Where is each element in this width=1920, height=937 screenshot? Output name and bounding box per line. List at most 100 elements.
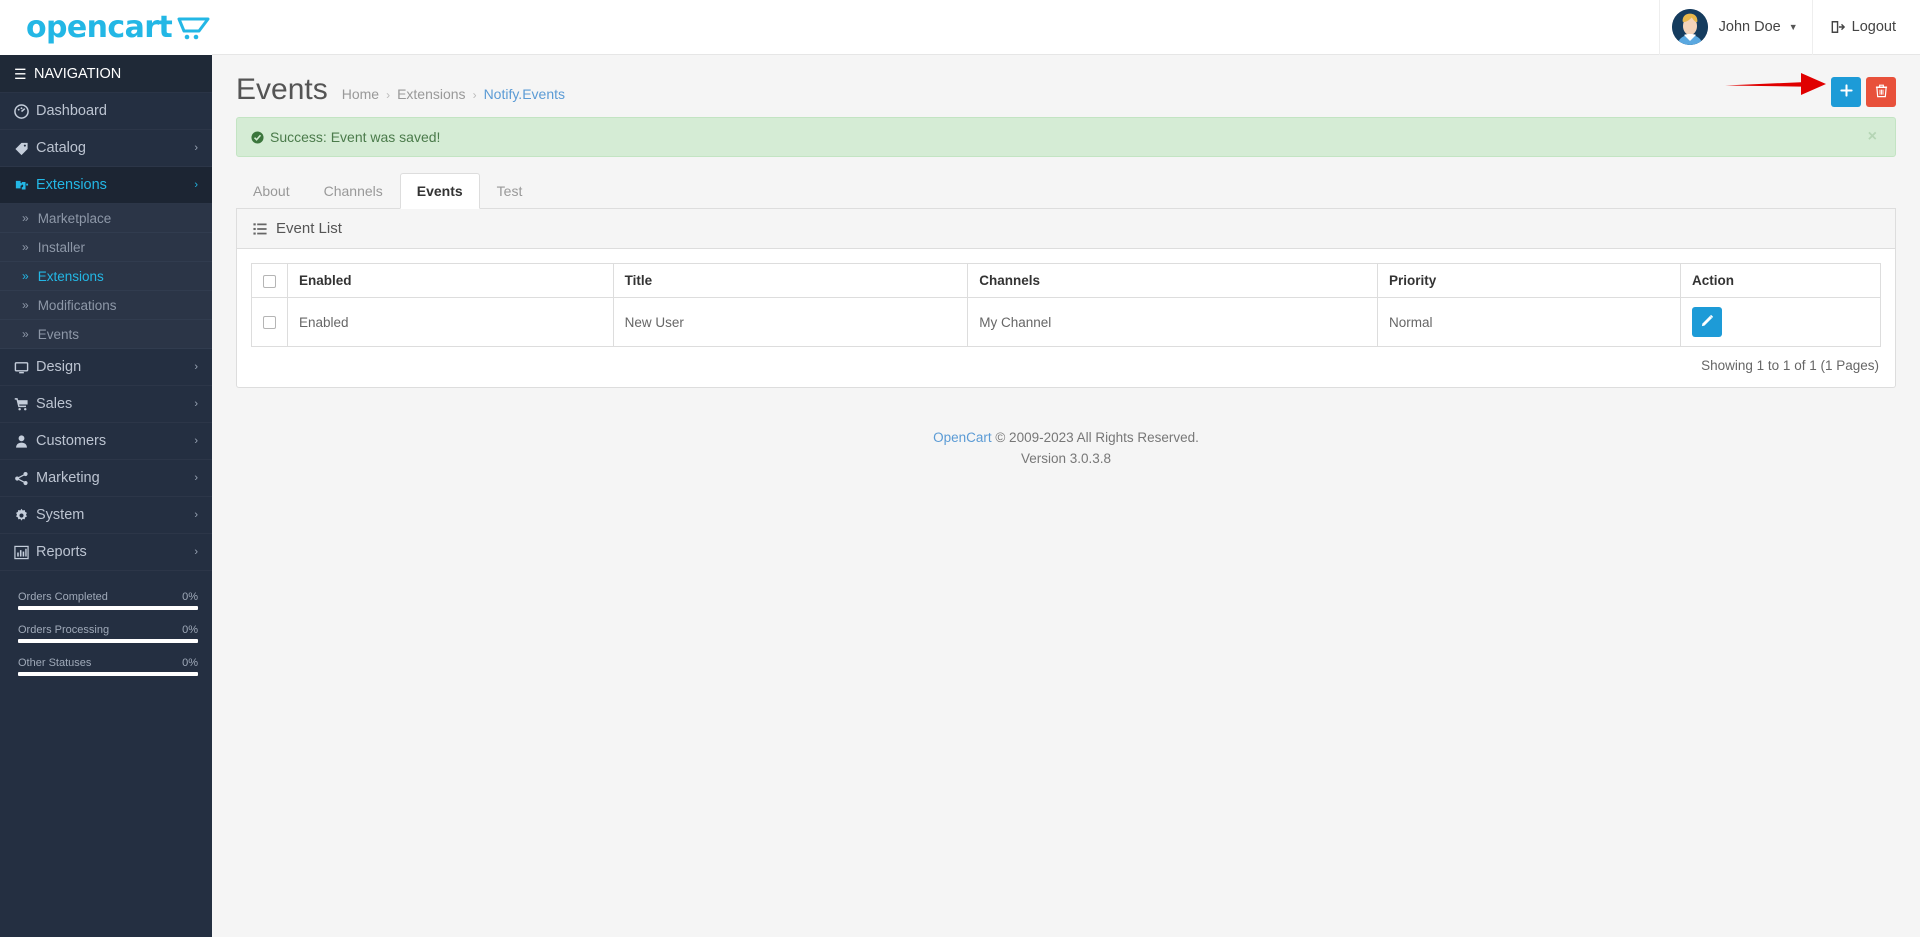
chevron-right-icon: › <box>194 546 198 558</box>
list-icon <box>253 222 267 236</box>
chevron-right-icon: › <box>194 361 198 373</box>
navigation-header-label: NAVIGATION <box>34 65 122 82</box>
sidebar-nav-list: Dashboard Catalog › Extensions › » Marke <box>0 93 212 571</box>
chevron-right-icon: › <box>194 472 198 484</box>
check-circle-icon <box>251 130 264 144</box>
sidebar-item-sales[interactable]: Sales › <box>0 386 212 423</box>
breadcrumb-item-extensions[interactable]: Extensions <box>397 86 465 102</box>
page-footer: OpenCart © 2009-2023 All Rights Reserved… <box>236 406 1896 480</box>
chevron-right-icon: › <box>194 179 198 191</box>
logout-button[interactable]: Logout <box>1811 0 1900 55</box>
tab-events[interactable]: Events <box>399 173 480 209</box>
table-header-row: Enabled Title Channels Priority Action <box>251 263 1881 298</box>
breadcrumb-item-home[interactable]: Home <box>342 86 379 102</box>
sidebar-item-system[interactable]: System › <box>0 497 212 534</box>
sidebar-subitem-events[interactable]: » Events <box>0 320 212 349</box>
footer-copyright-text: © 2009-2023 All Rights Reserved. <box>991 430 1199 445</box>
annotation-arrow <box>1725 73 1826 95</box>
stat-orders-completed: Orders Completed 0% <box>18 591 198 610</box>
navigation-header[interactable]: ☰ NAVIGATION <box>0 55 212 93</box>
cell-priority: Normal <box>1377 297 1681 347</box>
sidebar-subitem-label: Marketplace <box>37 210 112 226</box>
column-header-action: Action <box>1680 263 1881 298</box>
sidebar-item-extensions[interactable]: Extensions › <box>0 167 212 204</box>
sidebar-item-dashboard[interactable]: Dashboard <box>0 93 212 130</box>
sidebar-subitem-installer[interactable]: » Installer <box>0 233 212 262</box>
bar-chart-icon <box>14 545 36 560</box>
logo-bar[interactable]: opencart <box>0 0 212 55</box>
cart-logo-icon <box>177 16 211 40</box>
table-body: Enabled New User My Channel Normal <box>251 297 1881 347</box>
sidebar-item-reports[interactable]: Reports › <box>0 534 212 571</box>
top-bar: John Doe ▼ Logout <box>212 0 1920 55</box>
avatar <box>1671 9 1708 45</box>
page-header-actions <box>1831 73 1896 107</box>
cell-enabled: Enabled <box>287 297 614 347</box>
cell-title: New User <box>612 297 969 347</box>
sidebar-item-label: Catalog <box>36 140 86 156</box>
tab-test[interactable]: Test <box>480 173 540 209</box>
user-name-label: John Doe <box>1718 19 1781 35</box>
panel-heading: Event List <box>237 209 1895 249</box>
row-select-cell <box>251 297 288 347</box>
delete-button[interactable] <box>1866 77 1896 107</box>
showing-label: Showing 1 to 1 of 1 (1 Pages) <box>1701 358 1879 373</box>
double-chevron-icon: » <box>22 211 29 225</box>
title-group: Events Home › Extensions › Notify.Events <box>236 73 565 106</box>
tab-about[interactable]: About <box>236 173 307 209</box>
stat-value: 0% <box>182 624 198 636</box>
sidebar-item-label: Dashboard <box>36 103 107 119</box>
sidebar-subitem-extensions[interactable]: » Extensions <box>0 262 212 291</box>
cart-icon <box>14 397 36 412</box>
stat-label: Other Statuses <box>18 657 92 669</box>
sidebar-item-label: Marketing <box>36 470 100 486</box>
page-title: Events <box>236 73 328 106</box>
opencart-logo-text: opencart <box>26 9 173 45</box>
column-header-channels: Channels <box>967 263 1379 298</box>
breadcrumb-separator: › <box>472 88 477 102</box>
tab-channels[interactable]: Channels <box>307 173 400 209</box>
event-list-panel: Event List Enabled Title Channels Priori… <box>236 209 1896 388</box>
sidebar-subitem-label: Modifications <box>37 297 117 313</box>
stat-value: 0% <box>182 657 198 669</box>
page-header: Events Home › Extensions › Notify.Events <box>212 55 1920 117</box>
sidebar-subitem-label: Installer <box>37 239 85 255</box>
double-chevron-icon: » <box>22 269 29 283</box>
sidebar-item-marketing[interactable]: Marketing › <box>0 460 212 497</box>
sidebar-subitem-label: Extensions <box>37 268 104 284</box>
sidebar: opencart ☰ NAVIGATION Dashboard Catalog … <box>0 0 212 937</box>
footer-opencart-link[interactable]: OpenCart <box>933 430 992 445</box>
column-header-title: Title <box>612 263 969 298</box>
breadcrumb-item-notify-events[interactable]: Notify.Events <box>484 86 565 102</box>
chevron-right-icon: › <box>194 398 198 410</box>
progress-bar <box>18 606 198 610</box>
alert-message: Success: Event was saved! <box>270 129 441 145</box>
logout-icon <box>1831 20 1845 34</box>
monitor-icon <box>14 360 36 375</box>
sidebar-subitem-modifications[interactable]: » Modifications <box>0 291 212 320</box>
edit-button[interactable] <box>1692 307 1722 337</box>
sidebar-item-design[interactable]: Design › <box>0 349 212 386</box>
user-menu[interactable]: John Doe ▼ <box>1658 0 1812 55</box>
share-icon <box>14 471 36 486</box>
row-checkbox[interactable] <box>263 316 276 330</box>
success-alert: Success: Event was saved! × <box>236 117 1896 157</box>
chevron-right-icon: › <box>194 142 198 154</box>
stat-label: Orders Completed <box>18 591 108 603</box>
breadcrumb: Home › Extensions › Notify.Events <box>342 82 565 102</box>
sidebar-item-catalog[interactable]: Catalog › <box>0 130 212 167</box>
breadcrumb-separator: › <box>386 88 391 102</box>
plus-icon <box>1839 84 1853 100</box>
admin-app: opencart ☰ NAVIGATION Dashboard Catalog … <box>0 0 1920 937</box>
sidebar-item-label: Sales <box>36 396 73 412</box>
sidebar-stats: Orders Completed 0% Orders Processing 0%… <box>18 589 198 690</box>
add-new-button[interactable] <box>1831 77 1861 107</box>
sidebar-item-label: Extensions <box>36 177 107 193</box>
column-header-enabled: Enabled <box>287 263 614 298</box>
sidebar-subitem-marketplace[interactable]: » Marketplace <box>0 204 212 233</box>
alert-close-button[interactable]: × <box>1862 127 1883 147</box>
select-all-checkbox[interactable] <box>263 274 276 288</box>
hamburger-icon: ☰ <box>14 65 27 82</box>
sidebar-item-customers[interactable]: Customers › <box>0 423 212 460</box>
double-chevron-icon: » <box>22 327 29 341</box>
